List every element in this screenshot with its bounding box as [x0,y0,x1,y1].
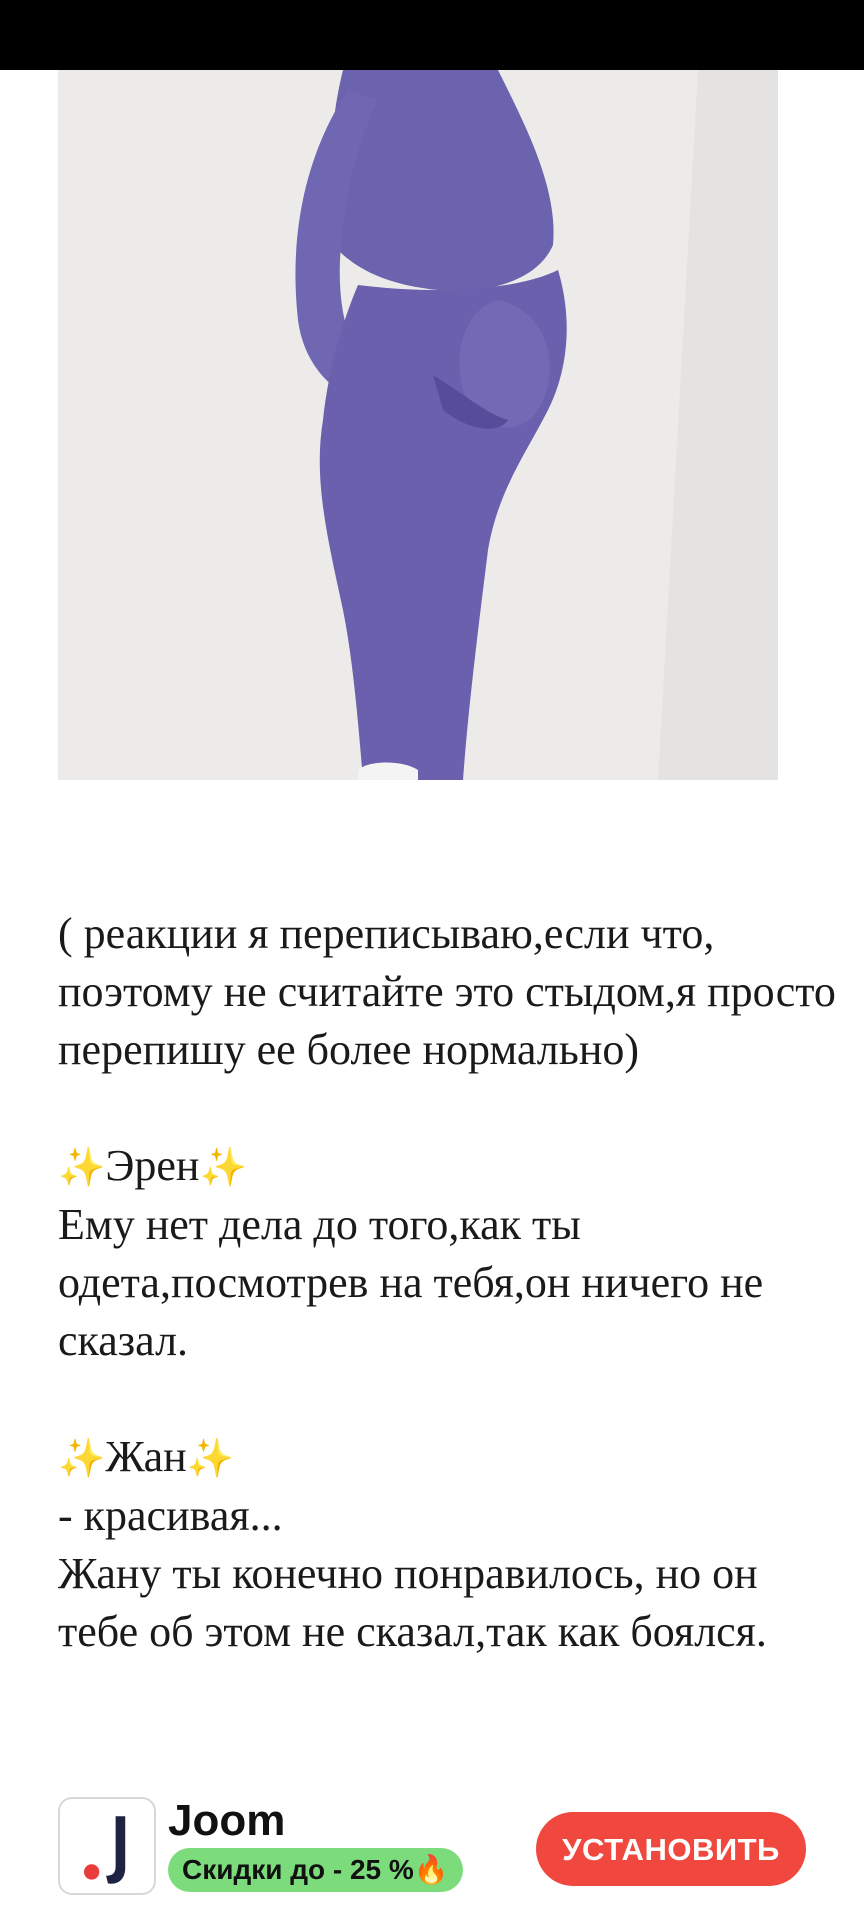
story-text: ( реакции я переписываю,если что, поэтом… [58,905,838,1661]
sparkles-icon: ✨ [58,1436,106,1480]
discount-badge-label: Скидки до - 25 % [182,1854,414,1885]
sparkles-icon: ✨ [58,1145,106,1189]
story-intro: ( реакции я переписываю,если что, поэтом… [58,909,836,1074]
discount-badge: Скидки до - 25 %🔥 [168,1848,463,1892]
section-text-jean-quote: - красивая... [58,1491,283,1540]
section-heading-jean: ✨Жан✨ [58,1428,838,1487]
heading-eren-label: Эрен [105,1141,200,1190]
ad-app-name: Joom [168,1796,286,1845]
section-text-eren: Ему нет дела до того,как ты одета,посмот… [58,1200,764,1365]
story-image [58,70,778,780]
sparkles-icon: ✨ [186,1436,235,1480]
section-text-jean: Жану ты конечно понравилось, но он тебе … [58,1549,767,1656]
joom-logo-icon[interactable] [58,1797,156,1895]
ad-banner[interactable]: Joom Скидки до - 25 %🔥 УСТАНОВИТЬ [0,1790,864,1920]
section-heading-eren: ✨Эрен✨ [58,1137,838,1196]
heading-jean-label: Жан [105,1432,187,1481]
install-button[interactable]: УСТАНОВИТЬ [536,1812,806,1886]
top-status-bar [0,0,864,70]
fire-icon: 🔥 [413,1853,449,1886]
image-icon [58,70,778,780]
sparkles-icon: ✨ [199,1145,247,1189]
